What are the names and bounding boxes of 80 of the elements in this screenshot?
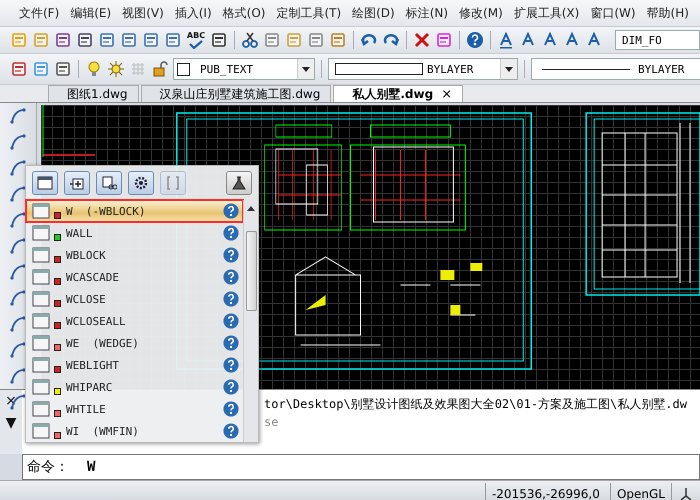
command-list-item[interactable]: WE (WEDGE) bbox=[26, 332, 243, 354]
spell-check-button[interactable]: ABC bbox=[186, 31, 206, 49]
history-line: se bbox=[264, 415, 280, 429]
color-dropdown[interactable]: BYLAYER bbox=[328, 58, 518, 80]
help-icon[interactable] bbox=[223, 357, 239, 373]
layer-dropdown[interactable]: PUB_TEXT bbox=[173, 58, 315, 80]
command-list-item[interactable]: WEBLIGHT bbox=[26, 354, 243, 376]
document-tab[interactable]: 图纸1.dwg bbox=[48, 85, 138, 102]
padlock-icon[interactable] bbox=[151, 60, 169, 78]
command-list-item[interactable]: WBLOCK bbox=[26, 244, 243, 266]
text-style-field[interactable]: DIM_FO bbox=[615, 30, 700, 50]
cut-block-icon[interactable] bbox=[96, 171, 122, 195]
help-icon[interactable] bbox=[466, 31, 484, 49]
scroll-up-icon[interactable] bbox=[247, 206, 255, 211]
menu-item[interactable]: 视图(V) bbox=[121, 2, 165, 24]
menu-item[interactable]: 编辑(E) bbox=[69, 2, 112, 24]
command-list-item[interactable]: WCLOSE bbox=[26, 288, 243, 310]
menu-item[interactable]: 插入(I) bbox=[174, 2, 213, 24]
expand-button[interactable]: ▼ bbox=[6, 416, 16, 430]
command-list-item[interactable]: WCLOSEALL bbox=[26, 310, 243, 332]
history-line: tor\Desktop\别墅设计图纸及效果图大全02\01-方案及施工图\私人别墅.dw bbox=[264, 396, 688, 413]
help-icon[interactable] bbox=[223, 401, 239, 417]
ucs-icon[interactable] bbox=[678, 486, 694, 500]
redo-icon[interactable] bbox=[382, 31, 400, 49]
help-icon[interactable] bbox=[223, 225, 239, 241]
menu-item[interactable]: 文件(F) bbox=[18, 2, 60, 24]
close-icon[interactable]: × bbox=[441, 86, 452, 102]
command-icon bbox=[32, 356, 52, 374]
axis-line-drawing bbox=[42, 105, 95, 158]
command-icon bbox=[32, 378, 52, 396]
command-icon bbox=[32, 224, 52, 242]
command-list-item[interactable]: WHIPARC bbox=[26, 376, 243, 398]
scrollbar-track[interactable] bbox=[243, 200, 258, 442]
command-icon bbox=[32, 400, 52, 418]
command-field[interactable]: 命令： W bbox=[22, 454, 700, 480]
settings-icon[interactable] bbox=[128, 171, 154, 195]
document-tab[interactable]: 私人别墅.dwg × bbox=[333, 85, 464, 102]
delete-icon[interactable] bbox=[413, 31, 431, 49]
sun-icon[interactable] bbox=[107, 60, 125, 78]
text-style-icon[interactable] bbox=[497, 31, 515, 49]
help-icon[interactable] bbox=[223, 269, 239, 285]
help-icon[interactable] bbox=[223, 291, 239, 307]
help-icon[interactable] bbox=[223, 335, 239, 351]
command-icon bbox=[32, 312, 52, 330]
caret-icon[interactable] bbox=[302, 66, 310, 72]
help-icon[interactable] bbox=[223, 313, 239, 329]
coordinates-text: -201536,-26996,0 bbox=[484, 483, 610, 500]
command-icon bbox=[32, 202, 52, 220]
menu-item[interactable]: 窗口(W) bbox=[589, 2, 637, 24]
command-list-item[interactable]: WCASCADE bbox=[26, 266, 243, 288]
command-icon bbox=[32, 268, 52, 286]
flask-icon[interactable] bbox=[226, 171, 252, 195]
menu-item[interactable]: 定制工具(T) bbox=[275, 2, 342, 24]
command-icon bbox=[32, 246, 52, 264]
menu-item[interactable]: 修改(M) bbox=[458, 2, 504, 24]
command-list-item[interactable]: WHTILE bbox=[26, 398, 243, 420]
linetype-dropdown[interactable]: BYLAYER bbox=[531, 58, 700, 80]
document-tab[interactable]: 汉泉山庄别墅建筑施工图.dwg bbox=[140, 85, 332, 102]
help-icon[interactable] bbox=[223, 247, 239, 263]
checkmark-icon bbox=[189, 40, 203, 49]
help-icon[interactable] bbox=[223, 203, 239, 219]
help-icon[interactable] bbox=[223, 423, 239, 439]
menu-item[interactable]: 扩展工具(X) bbox=[512, 2, 580, 24]
command-icon bbox=[32, 422, 52, 440]
brackets-icon[interactable] bbox=[160, 171, 186, 195]
command-icon bbox=[32, 290, 52, 308]
command-icon bbox=[32, 334, 52, 352]
command-list-item[interactable]: WI (WMFIN) bbox=[26, 420, 243, 442]
window-icon[interactable] bbox=[32, 171, 58, 195]
command-list-item[interactable]: WALL bbox=[26, 222, 243, 244]
scissors-icon[interactable] bbox=[241, 31, 259, 49]
menu-item[interactable]: 绘图(D) bbox=[351, 2, 396, 24]
menu-item[interactable]: 标注(N) bbox=[404, 2, 450, 24]
insert-block-icon[interactable] bbox=[64, 171, 90, 195]
help-icon[interactable] bbox=[223, 379, 239, 395]
caret-icon[interactable] bbox=[505, 66, 513, 72]
scrollbar-thumb[interactable] bbox=[246, 231, 256, 311]
menu-item[interactable]: 帮助(H) bbox=[646, 2, 690, 24]
menu-item[interactable]: 格式(O) bbox=[222, 2, 266, 24]
command-list-item[interactable]: W (-WBLOCK) bbox=[26, 200, 243, 222]
